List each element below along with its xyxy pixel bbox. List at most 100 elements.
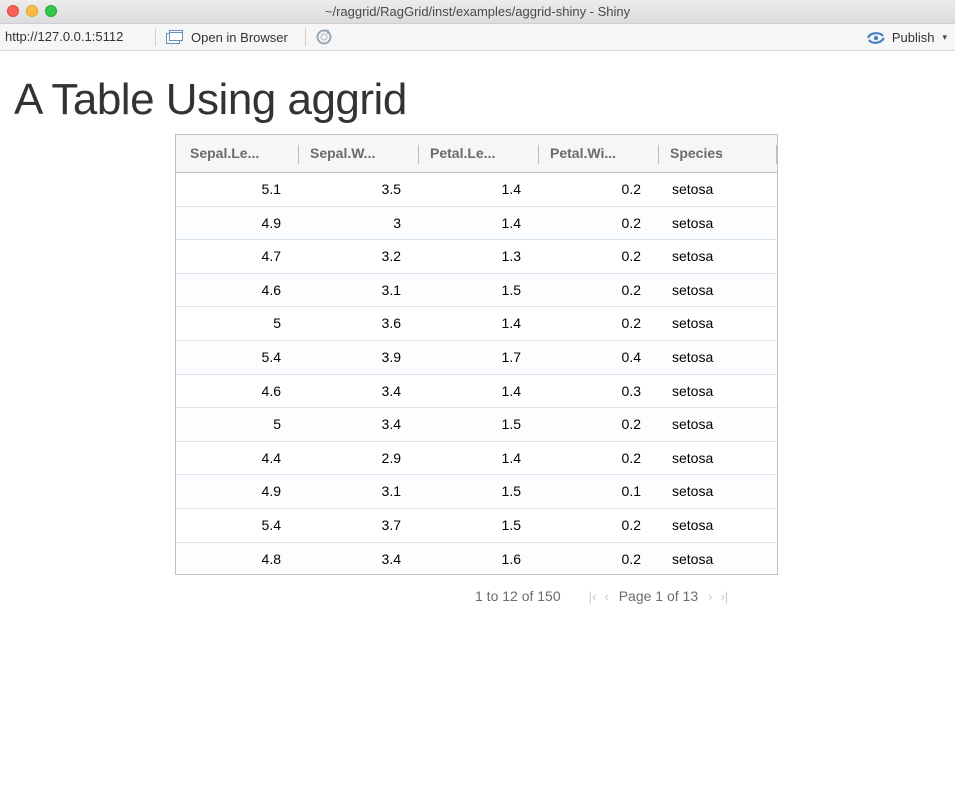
table-cell[interactable]: 4.8 [176, 543, 296, 574]
window-title: ~/raggrid/RagGrid/inst/examples/aggrid-s… [324, 4, 631, 19]
table-row[interactable]: 4.8 3.4 1.6 0.2 setosa [176, 542, 777, 574]
table-cell[interactable]: 5 [176, 307, 296, 340]
table-cell[interactable]: 3.1 [296, 274, 416, 307]
table-cell[interactable]: 5 [176, 408, 296, 441]
table-cell[interactable]: 4.9 [176, 475, 296, 508]
table-cell[interactable]: setosa [656, 509, 777, 542]
column-header-sepal-length[interactable]: Sepal.Le... [176, 135, 296, 172]
table-cell[interactable]: 1.3 [416, 240, 536, 273]
table-cell[interactable]: 4.7 [176, 240, 296, 273]
table-cell[interactable]: 1.4 [416, 173, 536, 206]
table-cell[interactable]: 1.5 [416, 408, 536, 441]
table-cell[interactable]: 3 [296, 207, 416, 240]
refresh-icon [316, 29, 332, 45]
last-page-icon[interactable]: ›| [720, 589, 728, 604]
table-row[interactable]: 5.4 3.9 1.7 0.4 setosa [176, 340, 777, 375]
table-row[interactable]: 5.4 3.7 1.5 0.2 setosa [176, 509, 777, 543]
table-cell[interactable]: 3.4 [296, 408, 416, 441]
table-cell[interactable]: setosa [656, 274, 777, 307]
url-label: http://127.0.0.1:5112 [5, 29, 124, 44]
table-cell[interactable]: setosa [656, 307, 777, 340]
column-header-petal-width[interactable]: Petal.Wi... [536, 135, 656, 172]
table-row[interactable]: 4.7 3.2 1.3 0.2 setosa [176, 240, 777, 274]
table-cell[interactable]: setosa [656, 207, 777, 240]
grid-body: 5.1 3.5 1.4 0.2 setosa 4.9 3 1.4 0.2 setosa 4.7 3.2… [176, 173, 777, 574]
table-cell[interactable]: 0.2 [536, 173, 656, 206]
table-cell[interactable]: 4.9 [176, 207, 296, 240]
table-row[interactable]: 4.9 3.1 1.5 0.1 setosa [176, 475, 777, 509]
table-cell[interactable]: 3.1 [296, 475, 416, 508]
table-cell[interactable]: 0.2 [536, 207, 656, 240]
pagination-panel: 1 to 12 of 150 |‹ ‹ Page 1 of 13 › ›| [475, 587, 732, 605]
toolbar-divider [305, 28, 306, 46]
table-cell[interactable]: setosa [656, 408, 777, 441]
table-cell[interactable]: setosa [656, 240, 777, 273]
table-row[interactable]: 4.6 3.1 1.5 0.2 setosa [176, 273, 777, 308]
table-cell[interactable]: 3.6 [296, 307, 416, 340]
table-cell[interactable]: 5.4 [176, 341, 296, 374]
table-cell[interactable]: 1.4 [416, 442, 536, 475]
toolbar-divider [155, 28, 156, 46]
table-cell[interactable]: setosa [656, 341, 777, 374]
table-cell[interactable]: 0.2 [536, 307, 656, 340]
table-row[interactable]: 5 3.6 1.4 0.2 setosa [176, 307, 777, 341]
table-cell[interactable]: setosa [656, 475, 777, 508]
column-header-sepal-width[interactable]: Sepal.W... [296, 135, 416, 172]
table-cell[interactable]: 1.6 [416, 543, 536, 574]
open-in-browser-label: Open in Browser [191, 29, 288, 45]
table-cell[interactable]: 4.4 [176, 442, 296, 475]
chevron-down-icon[interactable]: ▾ [942, 32, 947, 43]
browser-window-icon [166, 30, 183, 44]
table-cell[interactable]: setosa [656, 543, 777, 574]
table-cell[interactable]: 0.2 [536, 274, 656, 307]
table-cell[interactable]: 1.5 [416, 274, 536, 307]
table-row[interactable]: 4.9 3 1.4 0.2 setosa [176, 206, 777, 241]
publish-label: Publish [891, 29, 935, 45]
table-cell[interactable]: setosa [656, 375, 777, 408]
column-header-species[interactable]: Species [656, 135, 777, 172]
table-cell[interactable]: 0.2 [536, 509, 656, 542]
table-cell[interactable]: 4.6 [176, 274, 296, 307]
table-cell[interactable]: 2.9 [296, 442, 416, 475]
table-cell[interactable]: 0.2 [536, 543, 656, 574]
table-row[interactable]: 4.4 2.9 1.4 0.2 setosa [176, 442, 777, 476]
grid-header-row: Sepal.Le... Sepal.W... Petal.Le... Petal… [176, 135, 777, 173]
table-cell[interactable]: 3.7 [296, 509, 416, 542]
publish-icon [866, 32, 885, 44]
table-cell[interactable]: 3.5 [296, 173, 416, 206]
table-cell[interactable]: 1.5 [416, 475, 536, 508]
table-cell[interactable]: 0.2 [536, 240, 656, 273]
table-cell[interactable]: 3.9 [296, 341, 416, 374]
table-row[interactable]: 5.1 3.5 1.4 0.2 setosa [176, 173, 777, 207]
table-cell[interactable]: 0.4 [536, 341, 656, 374]
data-grid: Sepal.Le... Sepal.W... Petal.Le... Petal… [175, 134, 778, 575]
table-cell[interactable]: 5.4 [176, 509, 296, 542]
next-page-icon[interactable]: › [708, 589, 712, 604]
table-cell[interactable]: setosa [656, 442, 777, 475]
first-page-icon[interactable]: |‹ [589, 589, 597, 604]
table-cell[interactable]: 0.3 [536, 375, 656, 408]
table-cell[interactable]: 5.1 [176, 173, 296, 206]
publish-button[interactable]: Publish ▾ [866, 27, 947, 47]
table-cell[interactable]: 1.4 [416, 375, 536, 408]
table-cell[interactable]: setosa [656, 173, 777, 206]
open-in-browser-button[interactable]: Open in Browser [165, 27, 288, 47]
table-cell[interactable]: 1.7 [416, 341, 536, 374]
refresh-button[interactable] [314, 28, 334, 46]
table-cell[interactable]: 0.2 [536, 408, 656, 441]
table-cell[interactable]: 3.4 [296, 375, 416, 408]
table-cell[interactable]: 3.2 [296, 240, 416, 273]
table-cell[interactable]: 0.1 [536, 475, 656, 508]
table-row[interactable]: 4.6 3.4 1.4 0.3 setosa [176, 375, 777, 409]
column-header-petal-length[interactable]: Petal.Le... [416, 135, 536, 172]
table-cell[interactable]: 3.4 [296, 543, 416, 574]
table-cell[interactable]: 1.4 [416, 307, 536, 340]
table-cell[interactable]: 1.4 [416, 207, 536, 240]
table-row[interactable]: 5 3.4 1.5 0.2 setosa [176, 408, 777, 442]
page-title: A Table Using aggrid [14, 75, 407, 124]
table-cell[interactable]: 1.5 [416, 509, 536, 542]
table-cell[interactable]: 0.2 [536, 442, 656, 475]
previous-page-icon[interactable]: ‹ [604, 589, 608, 604]
table-cell[interactable]: 4.6 [176, 375, 296, 408]
row-count-summary: 1 to 12 of 150 [475, 588, 561, 604]
